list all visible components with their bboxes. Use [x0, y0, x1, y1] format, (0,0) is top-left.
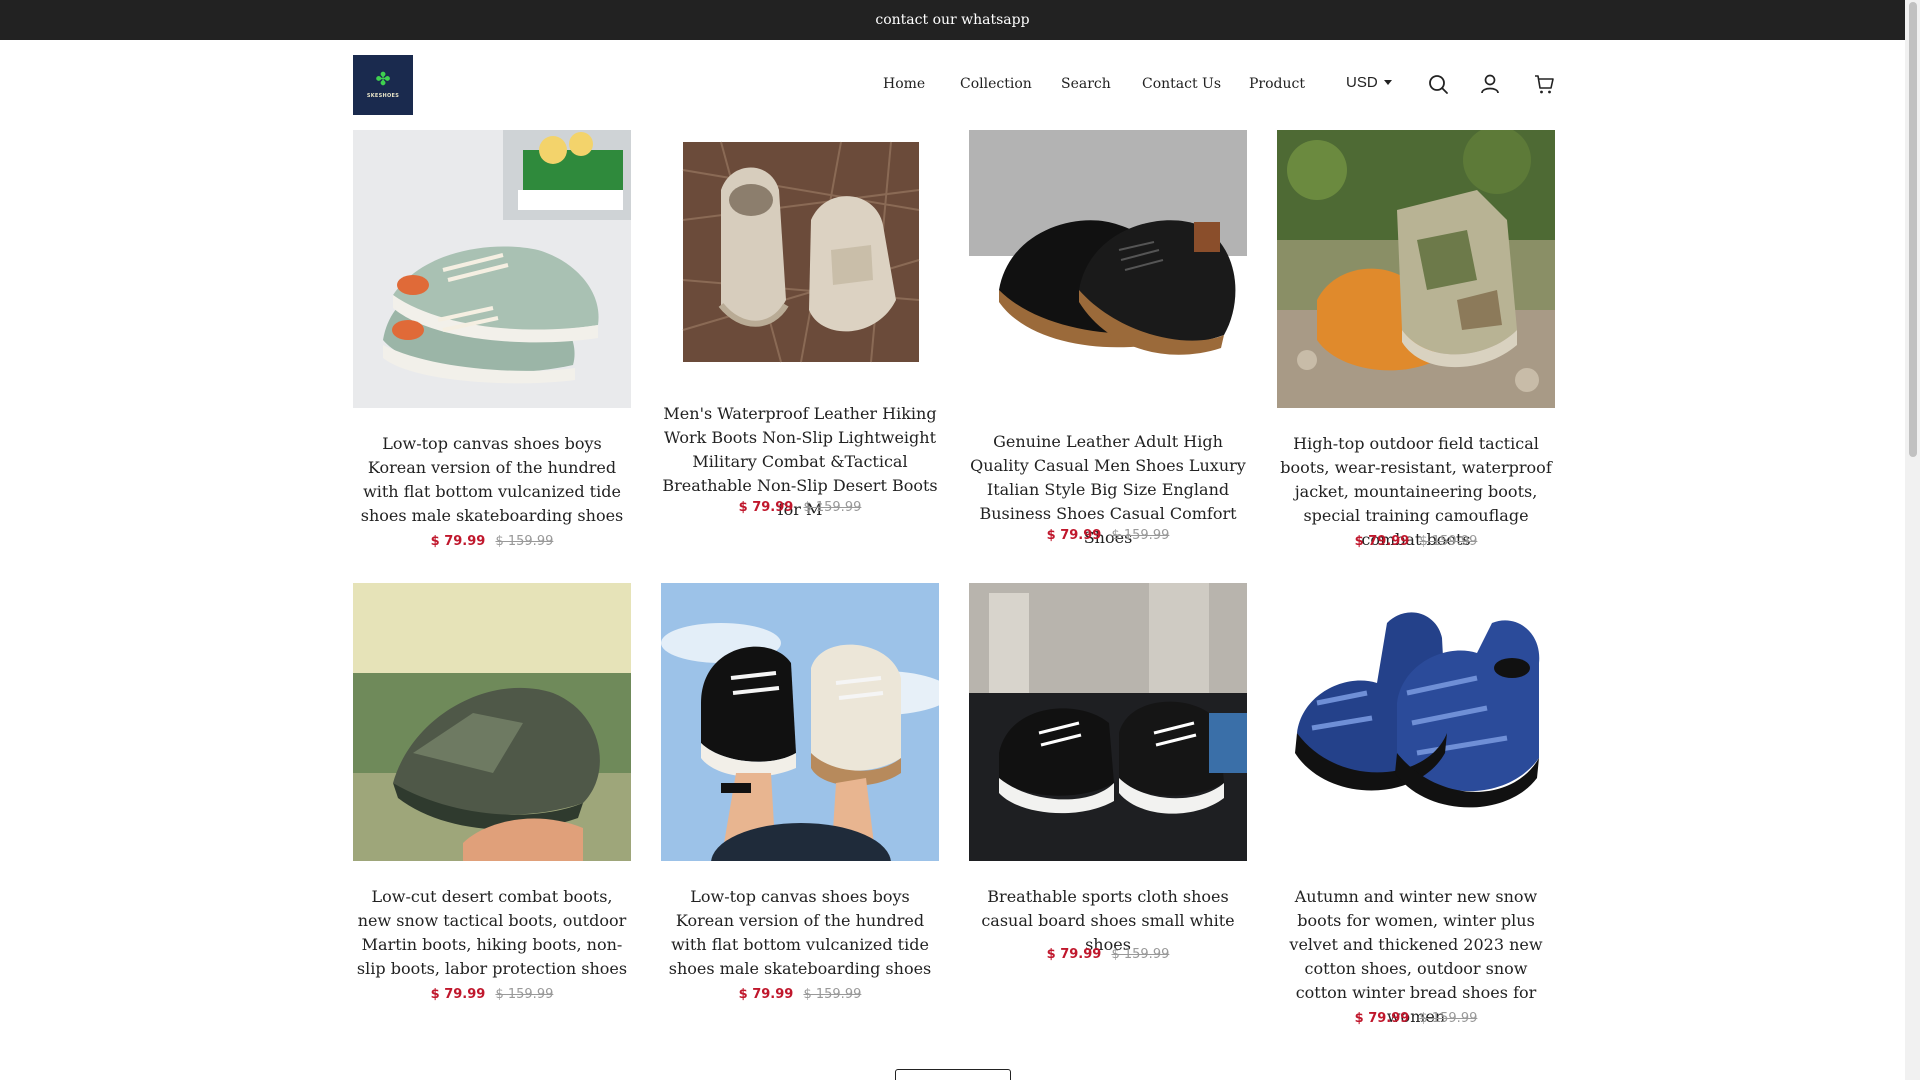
product-price-row: $ 79.99 $ 159.99	[969, 947, 1247, 962]
product-compare-price: $ 159.99	[803, 500, 862, 515]
nav-search[interactable]: Search	[1061, 76, 1111, 92]
announcement-bar: contact our whatsapp	[0, 0, 1905, 40]
product-compare-price: $ 159.99	[803, 987, 862, 1002]
product-price: $ 79.99	[430, 987, 486, 1002]
product-image-green-canvas-sneakers[interactable]	[353, 130, 631, 408]
product-price-row: $ 79.99 $ 159.99	[661, 987, 939, 1002]
product-title[interactable]: Autumn and winter new snow boots for wom…	[1277, 885, 1555, 1029]
product-image-green-hiking-shoe[interactable]	[353, 583, 631, 861]
user-icon[interactable]	[1479, 73, 1501, 95]
nav-collection[interactable]: Collection	[960, 76, 1032, 92]
currency-label: USD	[1346, 74, 1378, 91]
product-price-row: $ 79.99 $ 159.99	[661, 500, 939, 515]
cart-icon[interactable]	[1533, 73, 1555, 95]
logo-text: SKESHOES	[366, 93, 400, 99]
product-image-beige-desert-boots[interactable]	[661, 130, 939, 408]
product-image-blue-snow-boots[interactable]	[1277, 583, 1555, 861]
product-image-canvas-sneakers-sky[interactable]	[661, 583, 939, 861]
nav-product[interactable]: Product	[1249, 76, 1305, 92]
product-compare-price: $ 159.99	[495, 987, 554, 1002]
product-compare-price: $ 159.99	[1111, 947, 1170, 962]
product-price: $ 79.99	[430, 534, 486, 549]
load-more-button[interactable]	[895, 1069, 1011, 1080]
product-price-row: $ 79.99 $ 159.99	[353, 534, 631, 549]
page-scrollbar[interactable]	[1905, 0, 1920, 1080]
product-price: $ 79.99	[738, 987, 794, 1002]
clover-icon: ✤	[375, 69, 391, 90]
product-image-black-cloth-sneakers[interactable]	[969, 583, 1247, 861]
site-header: ✤ SKESHOES Home Collection Search Contac…	[0, 40, 1905, 128]
product-compare-price: $ 159.99	[1419, 534, 1478, 549]
product-title[interactable]: Low-cut desert combat boots, new snow ta…	[353, 885, 631, 981]
search-icon[interactable]	[1427, 73, 1449, 95]
store-logo[interactable]: ✤ SKESHOES	[353, 55, 413, 115]
product-compare-price: $ 159.99	[1111, 528, 1170, 543]
product-compare-price: $ 159.99	[1419, 1011, 1478, 1026]
product-price-row: $ 79.99 $ 159.99	[969, 528, 1247, 543]
product-price: $ 79.99	[1354, 534, 1410, 549]
product-price: $ 79.99	[1046, 528, 1102, 543]
product-title[interactable]: Low-top canvas shoes boys Korean version…	[661, 885, 939, 981]
product-image-black-leather-shoes[interactable]	[969, 130, 1247, 408]
product-compare-price: $ 159.99	[495, 534, 554, 549]
nav-home[interactable]: Home	[883, 76, 925, 92]
product-price-row: $ 79.99 $ 159.99	[353, 987, 631, 1002]
product-price: $ 79.99	[1354, 1011, 1410, 1026]
announcement-text[interactable]: contact our whatsapp	[875, 12, 1029, 28]
product-price-row: $ 79.99 $ 159.99	[1277, 1011, 1555, 1026]
nav-contact-us[interactable]: Contact Us	[1142, 76, 1221, 92]
product-price: $ 79.99	[738, 500, 794, 515]
product-title[interactable]: Low-top canvas shoes boys Korean version…	[353, 432, 631, 528]
currency-selector[interactable]: USD	[1346, 74, 1392, 91]
product-price: $ 79.99	[1046, 947, 1102, 962]
scrollbar-thumb[interactable]	[1909, 2, 1917, 457]
chevron-down-icon	[1383, 80, 1392, 85]
product-price-row: $ 79.99 $ 159.99	[1277, 534, 1555, 549]
product-image-camo-tactical-boots[interactable]	[1277, 130, 1555, 408]
